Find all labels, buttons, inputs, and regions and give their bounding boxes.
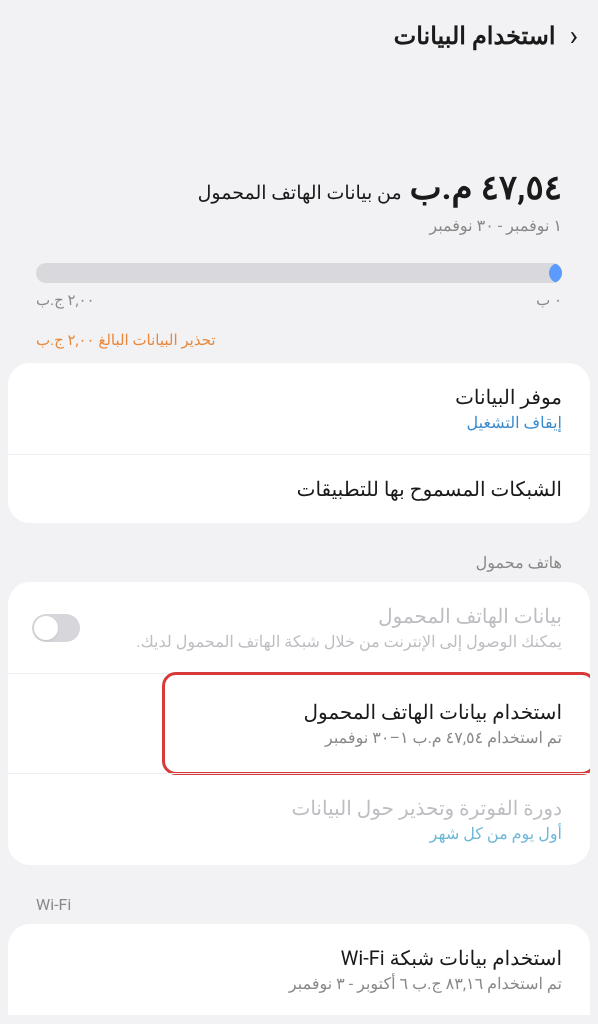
- date-range: ١ نوفمبر - ٣٠ نوفمبر: [36, 216, 562, 235]
- progress-bar: [36, 263, 562, 283]
- allowed-networks-title: الشبكات المسموح بها للتطبيقات: [36, 477, 562, 501]
- data-saver-title: موفر البيانات: [36, 385, 562, 409]
- header: ‹ استخدام البيانات: [0, 0, 598, 68]
- data-warning: تحذير البيانات البالغ ٢,٠٠ ج.ب: [36, 331, 562, 349]
- billing-cycle-item[interactable]: دورة الفوترة وتحذير حول البيانات أول يوم…: [8, 773, 590, 865]
- card-mobile: بيانات الهاتف المحمول يمكنك الوصول إلى ا…: [8, 582, 590, 865]
- data-saver-item[interactable]: موفر البيانات إيقاف التشغيل: [8, 363, 590, 454]
- usage-unit: م.ب: [410, 168, 473, 208]
- mobile-usage-sub: تم استخدام ٤٧,٥٤ م.ب ١–٣٠ نوفمبر: [36, 728, 562, 747]
- progress-bar-wrap: ٠ ب ٢,٠٠ ج.ب: [36, 263, 562, 309]
- billing-cycle-title: دورة الفوترة وتحذير حول البيانات: [96, 796, 562, 820]
- mobile-data-title: بيانات الهاتف المحمول: [96, 604, 562, 628]
- mobile-data-item[interactable]: بيانات الهاتف المحمول يمكنك الوصول إلى ا…: [8, 582, 590, 673]
- wifi-usage-item[interactable]: استخدام بيانات شبكة Wi-Fi تم استخدام ٨٣,…: [8, 924, 590, 1015]
- back-icon[interactable]: ‹: [570, 22, 578, 50]
- usage-amount: ٤٧,٥٤: [481, 168, 562, 208]
- progress-fill: [549, 263, 562, 283]
- card-wifi: استخدام بيانات شبكة Wi-Fi تم استخدام ٨٣,…: [8, 924, 590, 1015]
- section-wifi-label: Wi-Fi: [0, 879, 598, 924]
- page-title: استخدام البيانات: [394, 22, 556, 50]
- wifi-usage-title: استخدام بيانات شبكة Wi-Fi: [36, 946, 562, 970]
- toggle-knob: [34, 616, 58, 640]
- progress-min-label: ٠ ب: [536, 291, 562, 309]
- mobile-data-toggle[interactable]: [32, 614, 80, 642]
- data-saver-sub: إيقاف التشغيل: [36, 413, 562, 432]
- usage-summary: ٤٧,٥٤ م.ب من بيانات الهاتف المحمول ١ نوف…: [0, 68, 598, 235]
- card-general: موفر البيانات إيقاف التشغيل الشبكات المس…: [8, 363, 590, 523]
- usage-suffix: من بيانات الهاتف المحمول: [198, 181, 402, 204]
- progress-max-label: ٢,٠٠ ج.ب: [36, 291, 95, 309]
- section-mobile-label: هاتف محمول: [0, 537, 598, 582]
- mobile-usage-title: استخدام بيانات الهاتف المحمول: [36, 700, 562, 724]
- wifi-usage-sub: تم استخدام ٨٣,١٦ ج.ب ٦ أكتوبر - ٣ نوفمبر: [36, 974, 562, 993]
- mobile-data-sub: يمكنك الوصول إلى الإنترنت من خلال شبكة ا…: [96, 632, 562, 651]
- billing-cycle-sub: أول يوم من كل شهر: [96, 824, 562, 843]
- allowed-networks-item[interactable]: الشبكات المسموح بها للتطبيقات: [8, 454, 590, 523]
- mobile-usage-item[interactable]: استخدام بيانات الهاتف المحمول تم استخدام…: [8, 673, 590, 773]
